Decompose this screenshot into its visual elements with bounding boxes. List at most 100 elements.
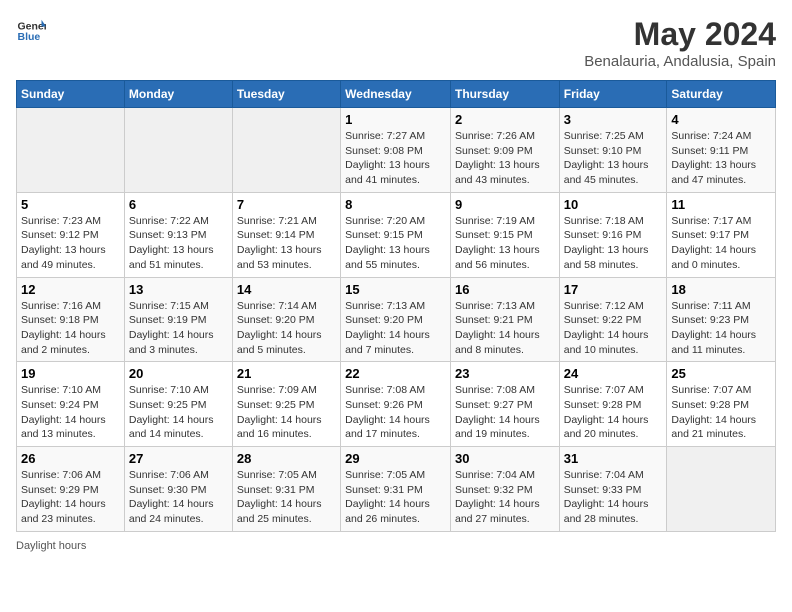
cell-info: Sunrise: 7:05 AMSunset: 9:31 PMDaylight:… xyxy=(237,468,336,527)
calendar-cell: 25 Sunrise: 7:07 AMSunset: 9:28 PMDaylig… xyxy=(667,362,776,447)
day-number: 26 xyxy=(21,451,120,466)
cell-info: Sunrise: 7:08 AMSunset: 9:26 PMDaylight:… xyxy=(345,383,446,442)
cell-info: Sunrise: 7:24 AMSunset: 9:11 PMDaylight:… xyxy=(671,129,771,188)
day-number: 30 xyxy=(455,451,555,466)
day-number: 16 xyxy=(455,282,555,297)
day-number: 13 xyxy=(129,282,228,297)
cell-info: Sunrise: 7:18 AMSunset: 9:16 PMDaylight:… xyxy=(564,214,663,273)
calendar-cell: 27 Sunrise: 7:06 AMSunset: 9:30 PMDaylig… xyxy=(124,447,232,532)
calendar-cell: 30 Sunrise: 7:04 AMSunset: 9:32 PMDaylig… xyxy=(450,447,559,532)
calendar-cell: 11 Sunrise: 7:17 AMSunset: 9:17 PMDaylig… xyxy=(667,192,776,277)
day-header-wednesday: Wednesday xyxy=(341,81,451,108)
day-number: 31 xyxy=(564,451,663,466)
day-number: 12 xyxy=(21,282,120,297)
calendar-cell: 13 Sunrise: 7:15 AMSunset: 9:19 PMDaylig… xyxy=(124,277,232,362)
day-header-sunday: Sunday xyxy=(17,81,125,108)
day-number: 19 xyxy=(21,366,120,381)
day-number: 25 xyxy=(671,366,771,381)
calendar-cell: 7 Sunrise: 7:21 AMSunset: 9:14 PMDayligh… xyxy=(232,192,340,277)
cell-info: Sunrise: 7:20 AMSunset: 9:15 PMDaylight:… xyxy=(345,214,446,273)
cell-info: Sunrise: 7:19 AMSunset: 9:15 PMDaylight:… xyxy=(455,214,555,273)
week-row-1: 1 Sunrise: 7:27 AMSunset: 9:08 PMDayligh… xyxy=(17,108,776,193)
calendar-cell: 26 Sunrise: 7:06 AMSunset: 9:29 PMDaylig… xyxy=(17,447,125,532)
calendar-cell: 17 Sunrise: 7:12 AMSunset: 9:22 PMDaylig… xyxy=(559,277,667,362)
calendar-cell: 12 Sunrise: 7:16 AMSunset: 9:18 PMDaylig… xyxy=(17,277,125,362)
day-number: 11 xyxy=(671,197,771,212)
day-number: 1 xyxy=(345,112,446,127)
calendar-cell: 2 Sunrise: 7:26 AMSunset: 9:09 PMDayligh… xyxy=(450,108,559,193)
week-row-2: 5 Sunrise: 7:23 AMSunset: 9:12 PMDayligh… xyxy=(17,192,776,277)
day-number: 28 xyxy=(237,451,336,466)
logo: General Blue xyxy=(16,16,46,46)
calendar-cell: 9 Sunrise: 7:19 AMSunset: 9:15 PMDayligh… xyxy=(450,192,559,277)
svg-text:Blue: Blue xyxy=(18,31,41,43)
day-header-saturday: Saturday xyxy=(667,81,776,108)
calendar-cell: 23 Sunrise: 7:08 AMSunset: 9:27 PMDaylig… xyxy=(450,362,559,447)
week-row-4: 19 Sunrise: 7:10 AMSunset: 9:24 PMDaylig… xyxy=(17,362,776,447)
calendar-cell: 22 Sunrise: 7:08 AMSunset: 9:26 PMDaylig… xyxy=(341,362,451,447)
week-row-3: 12 Sunrise: 7:16 AMSunset: 9:18 PMDaylig… xyxy=(17,277,776,362)
title-block: May 2024 Benalauria, Andalusia, Spain xyxy=(584,16,776,70)
day-number: 4 xyxy=(671,112,771,127)
cell-info: Sunrise: 7:05 AMSunset: 9:31 PMDaylight:… xyxy=(345,468,446,527)
cell-info: Sunrise: 7:06 AMSunset: 9:30 PMDaylight:… xyxy=(129,468,228,527)
calendar-cell: 3 Sunrise: 7:25 AMSunset: 9:10 PMDayligh… xyxy=(559,108,667,193)
calendar-cell: 21 Sunrise: 7:09 AMSunset: 9:25 PMDaylig… xyxy=(232,362,340,447)
cell-info: Sunrise: 7:08 AMSunset: 9:27 PMDaylight:… xyxy=(455,383,555,442)
day-number: 3 xyxy=(564,112,663,127)
cell-info: Sunrise: 7:04 AMSunset: 9:33 PMDaylight:… xyxy=(564,468,663,527)
cell-info: Sunrise: 7:23 AMSunset: 9:12 PMDaylight:… xyxy=(21,214,120,273)
day-header-monday: Monday xyxy=(124,81,232,108)
cell-info: Sunrise: 7:14 AMSunset: 9:20 PMDaylight:… xyxy=(237,299,336,358)
day-number: 21 xyxy=(237,366,336,381)
day-number: 24 xyxy=(564,366,663,381)
calendar-cell: 28 Sunrise: 7:05 AMSunset: 9:31 PMDaylig… xyxy=(232,447,340,532)
cell-info: Sunrise: 7:09 AMSunset: 9:25 PMDaylight:… xyxy=(237,383,336,442)
day-number: 8 xyxy=(345,197,446,212)
calendar-cell: 1 Sunrise: 7:27 AMSunset: 9:08 PMDayligh… xyxy=(341,108,451,193)
cell-info: Sunrise: 7:12 AMSunset: 9:22 PMDaylight:… xyxy=(564,299,663,358)
calendar-cell: 4 Sunrise: 7:24 AMSunset: 9:11 PMDayligh… xyxy=(667,108,776,193)
calendar-cell: 31 Sunrise: 7:04 AMSunset: 9:33 PMDaylig… xyxy=(559,447,667,532)
day-number: 6 xyxy=(129,197,228,212)
calendar-table: SundayMondayTuesdayWednesdayThursdayFrid… xyxy=(16,80,776,532)
day-number: 9 xyxy=(455,197,555,212)
day-number: 27 xyxy=(129,451,228,466)
calendar-cell: 16 Sunrise: 7:13 AMSunset: 9:21 PMDaylig… xyxy=(450,277,559,362)
calendar-cell: 14 Sunrise: 7:14 AMSunset: 9:20 PMDaylig… xyxy=(232,277,340,362)
day-number: 14 xyxy=(237,282,336,297)
cell-info: Sunrise: 7:11 AMSunset: 9:23 PMDaylight:… xyxy=(671,299,771,358)
cell-info: Sunrise: 7:16 AMSunset: 9:18 PMDaylight:… xyxy=(21,299,120,358)
calendar-cell: 5 Sunrise: 7:23 AMSunset: 9:12 PMDayligh… xyxy=(17,192,125,277)
calendar-cell: 24 Sunrise: 7:07 AMSunset: 9:28 PMDaylig… xyxy=(559,362,667,447)
footer: Daylight hours xyxy=(16,540,776,552)
calendar-cell: 20 Sunrise: 7:10 AMSunset: 9:25 PMDaylig… xyxy=(124,362,232,447)
cell-info: Sunrise: 7:27 AMSunset: 9:08 PMDaylight:… xyxy=(345,129,446,188)
calendar-cell: 29 Sunrise: 7:05 AMSunset: 9:31 PMDaylig… xyxy=(341,447,451,532)
cell-info: Sunrise: 7:26 AMSunset: 9:09 PMDaylight:… xyxy=(455,129,555,188)
day-number: 7 xyxy=(237,197,336,212)
cell-info: Sunrise: 7:10 AMSunset: 9:24 PMDaylight:… xyxy=(21,383,120,442)
calendar-cell: 15 Sunrise: 7:13 AMSunset: 9:20 PMDaylig… xyxy=(341,277,451,362)
cell-info: Sunrise: 7:15 AMSunset: 9:19 PMDaylight:… xyxy=(129,299,228,358)
day-number: 10 xyxy=(564,197,663,212)
calendar-cell xyxy=(667,447,776,532)
cell-info: Sunrise: 7:13 AMSunset: 9:20 PMDaylight:… xyxy=(345,299,446,358)
cell-info: Sunrise: 7:07 AMSunset: 9:28 PMDaylight:… xyxy=(564,383,663,442)
calendar-cell: 6 Sunrise: 7:22 AMSunset: 9:13 PMDayligh… xyxy=(124,192,232,277)
calendar-cell: 8 Sunrise: 7:20 AMSunset: 9:15 PMDayligh… xyxy=(341,192,451,277)
daylight-label: Daylight hours xyxy=(16,540,86,552)
cell-info: Sunrise: 7:07 AMSunset: 9:28 PMDaylight:… xyxy=(671,383,771,442)
days-header-row: SundayMondayTuesdayWednesdayThursdayFrid… xyxy=(17,81,776,108)
day-header-thursday: Thursday xyxy=(450,81,559,108)
cell-info: Sunrise: 7:04 AMSunset: 9:32 PMDaylight:… xyxy=(455,468,555,527)
subtitle: Benalauria, Andalusia, Spain xyxy=(584,53,776,70)
cell-info: Sunrise: 7:22 AMSunset: 9:13 PMDaylight:… xyxy=(129,214,228,273)
day-number: 18 xyxy=(671,282,771,297)
cell-info: Sunrise: 7:25 AMSunset: 9:10 PMDaylight:… xyxy=(564,129,663,188)
day-header-tuesday: Tuesday xyxy=(232,81,340,108)
day-number: 5 xyxy=(21,197,120,212)
cell-info: Sunrise: 7:10 AMSunset: 9:25 PMDaylight:… xyxy=(129,383,228,442)
cell-info: Sunrise: 7:06 AMSunset: 9:29 PMDaylight:… xyxy=(21,468,120,527)
day-number: 15 xyxy=(345,282,446,297)
